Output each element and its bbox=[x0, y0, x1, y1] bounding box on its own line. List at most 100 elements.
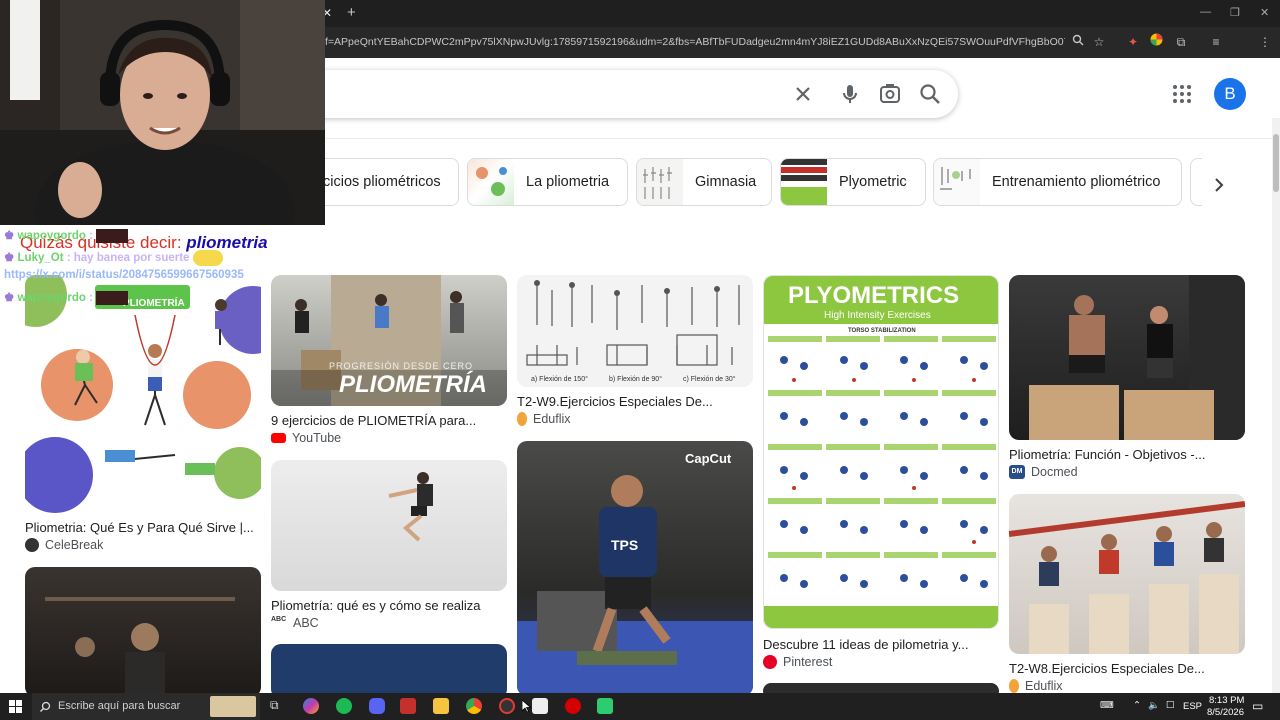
window-close-icon[interactable]: ✕ bbox=[1260, 6, 1269, 19]
plyometrics-subtitle: High Intensity Exercises bbox=[824, 310, 931, 321]
result-image-blue[interactable] bbox=[271, 644, 507, 699]
tray-chevron-icon[interactable]: ⌃ bbox=[1133, 700, 1141, 711]
thumb-label-c: c) Flexión de 30° bbox=[683, 376, 736, 383]
result-source[interactable]: Eduflix bbox=[517, 412, 571, 426]
source-name: Docmed bbox=[1031, 465, 1078, 479]
shirt-text: TPS bbox=[611, 537, 639, 553]
result-caption[interactable]: Pliometría: Función - Objetivos -... bbox=[1009, 447, 1206, 462]
chat-text: : bbox=[89, 292, 93, 304]
voice-search-icon[interactable] bbox=[837, 81, 863, 107]
taskbar-search-input[interactable]: Escribe aquí para buscar bbox=[32, 693, 260, 720]
result-source[interactable]: ABC ABC bbox=[271, 616, 319, 630]
result-source[interactable]: YouTube bbox=[271, 431, 341, 445]
chip-thumbnail bbox=[468, 159, 514, 205]
result-caption[interactable]: Descubre 11 ideas de pilometria y... bbox=[763, 637, 968, 652]
chip-label: Gimnasia bbox=[695, 174, 757, 190]
network-icon[interactable]: ☐ bbox=[1166, 700, 1175, 711]
search-highlight-icon bbox=[210, 696, 256, 717]
new-tab-icon[interactable]: + bbox=[347, 4, 356, 21]
restore-icon[interactable]: ❐ bbox=[1230, 6, 1240, 19]
clear-search-icon[interactable] bbox=[790, 81, 816, 107]
result-caption[interactable]: Pliometría: qué es y cómo se realiza bbox=[271, 598, 481, 613]
chip-label: Entrenamiento pliométrico bbox=[992, 174, 1161, 190]
bookmark-star-icon[interactable]: ☆ bbox=[1090, 33, 1108, 51]
docmed-favicon-icon: DM bbox=[1009, 465, 1025, 479]
result-caption[interactable]: Pliometria: Qué Es y Para Qué Sirve |... bbox=[25, 520, 254, 535]
language-indicator[interactable]: ESP bbox=[1183, 701, 1202, 712]
chip-thumbnail bbox=[781, 159, 827, 205]
screen: ✕ + — ❐ ✕ f=APpeQntYEBahCDPWC2mPpv75lXNp… bbox=[0, 0, 1280, 720]
spotify-icon[interactable] bbox=[336, 698, 352, 714]
minimize-icon[interactable]: — bbox=[1200, 6, 1211, 18]
chat-badge-icon: ♚ bbox=[4, 252, 15, 265]
chat-emote-icon bbox=[192, 250, 223, 266]
discord-icon[interactable] bbox=[369, 698, 385, 714]
search-icon[interactable] bbox=[917, 81, 943, 107]
result-image-docmed[interactable] bbox=[1009, 275, 1245, 440]
extensions-puzzle-icon[interactable]: ⧉ bbox=[1172, 33, 1190, 51]
result-source[interactable]: DM Docmed bbox=[1009, 465, 1078, 479]
result-source[interactable]: Eduflix bbox=[1009, 679, 1063, 693]
clock-date[interactable]: 8/5/2026 bbox=[1207, 707, 1244, 718]
result-image-abc[interactable] bbox=[271, 460, 507, 591]
extension-icon[interactable]: ✦ bbox=[1124, 33, 1142, 51]
zoom-icon[interactable] bbox=[1069, 33, 1087, 51]
volume-icon[interactable]: 🔈 bbox=[1148, 700, 1160, 711]
media-control-icon[interactable]: ≡ bbox=[1207, 33, 1225, 51]
chat-badge-icon: ♚ bbox=[4, 230, 15, 242]
chip-thumbnail bbox=[637, 159, 683, 205]
opera-gx-icon[interactable] bbox=[565, 698, 581, 714]
chip-plyometric[interactable]: Plyometric bbox=[780, 158, 926, 206]
page-scrollbar-thumb[interactable] bbox=[1273, 134, 1279, 192]
mouse-cursor-icon bbox=[522, 700, 531, 713]
chat-message: ♚ Luky_Ot : hay banea por suerte bbox=[4, 250, 223, 266]
chrome-icon[interactable] bbox=[466, 698, 482, 714]
result-caption[interactable]: T2-W9.Ejercicios Especiales De... bbox=[517, 394, 713, 409]
menu-kebab-icon[interactable]: ⋮ bbox=[1256, 33, 1274, 51]
video-app-icon[interactable] bbox=[400, 698, 416, 714]
copilot-icon[interactable] bbox=[303, 698, 319, 714]
chips-next-chevron-icon[interactable] bbox=[1208, 174, 1230, 196]
chat-emote-icon bbox=[96, 290, 129, 305]
task-view-icon[interactable]: ⧉ bbox=[270, 698, 286, 714]
chip-partial[interactable] bbox=[1190, 158, 1202, 206]
result-source[interactable]: Pinterest bbox=[763, 655, 832, 669]
url-field[interactable]: f=APpeQntYEBahCDPWC2mPpv75lXNpwJUvlg:178… bbox=[325, 36, 1065, 48]
pliometria-illustration bbox=[25, 275, 261, 513]
notification-icon[interactable]: ▭ bbox=[1252, 699, 1263, 713]
result-image-capcut[interactable]: CapCut TPS bbox=[517, 441, 753, 696]
result-caption[interactable]: 9 ejercicios de PLIOMETRÍA para... bbox=[271, 413, 476, 428]
google-apps-icon[interactable] bbox=[1172, 84, 1192, 104]
jump-squat-photo bbox=[388, 472, 433, 542]
search-box[interactable] bbox=[300, 70, 958, 118]
extension-color-icon[interactable] bbox=[1147, 33, 1165, 51]
result-caption[interactable]: T2-W8.Ejercicios Especiales De... bbox=[1009, 661, 1205, 676]
source-name: CeleBreak bbox=[45, 538, 104, 552]
result-source[interactable]: CeleBreak bbox=[25, 538, 103, 552]
capcut-icon[interactable] bbox=[532, 698, 548, 714]
result-image-celebreak[interactable]: PLIOMETRÍA bbox=[25, 275, 261, 513]
clock-time[interactable]: 8:13 PM bbox=[1209, 695, 1244, 706]
result-image-gym[interactable] bbox=[25, 567, 261, 697]
lens-search-icon[interactable] bbox=[877, 81, 903, 107]
chip-gimnasia[interactable]: Gimnasia bbox=[636, 158, 772, 206]
youtube-favicon-icon bbox=[271, 433, 286, 443]
obs-icon[interactable] bbox=[499, 698, 515, 714]
chat-link[interactable]: https://x.com/i/status/20847565996675609… bbox=[4, 269, 244, 281]
thumb-subtext: PROGRESIÓN DESDE CERO bbox=[329, 361, 474, 371]
result-image-eduflix-1[interactable]: a) Flexión de 150° b) Flexión de 90° c) … bbox=[517, 275, 753, 387]
chat-username: Luky_Ot bbox=[17, 252, 64, 265]
thumb-label-b: b) Flexión de 90° bbox=[609, 376, 662, 383]
page-scrollbar-track[interactable] bbox=[1272, 118, 1280, 720]
chip-la-pliometria[interactable]: La pliometria bbox=[467, 158, 628, 206]
file-explorer-icon[interactable] bbox=[433, 698, 449, 714]
result-image-pinterest[interactable]: PLYOMETRICS High Intensity Exercises TOR… bbox=[763, 275, 999, 629]
windows-start-icon[interactable] bbox=[9, 700, 22, 713]
result-image-youtube[interactable]: PROGRESIÓN DESDE CERO PLIOMETRÍA bbox=[271, 275, 507, 406]
result-image-eduflix-2[interactable] bbox=[1009, 494, 1245, 654]
pinterest-favicon-icon bbox=[763, 655, 777, 669]
keyboard-icon[interactable]: ⌨ bbox=[1100, 700, 1114, 711]
chip-entrenamiento-pliometrico[interactable]: Entrenamiento pliométrico bbox=[933, 158, 1182, 206]
account-avatar[interactable]: B bbox=[1214, 78, 1246, 110]
kick-icon[interactable] bbox=[597, 698, 613, 714]
